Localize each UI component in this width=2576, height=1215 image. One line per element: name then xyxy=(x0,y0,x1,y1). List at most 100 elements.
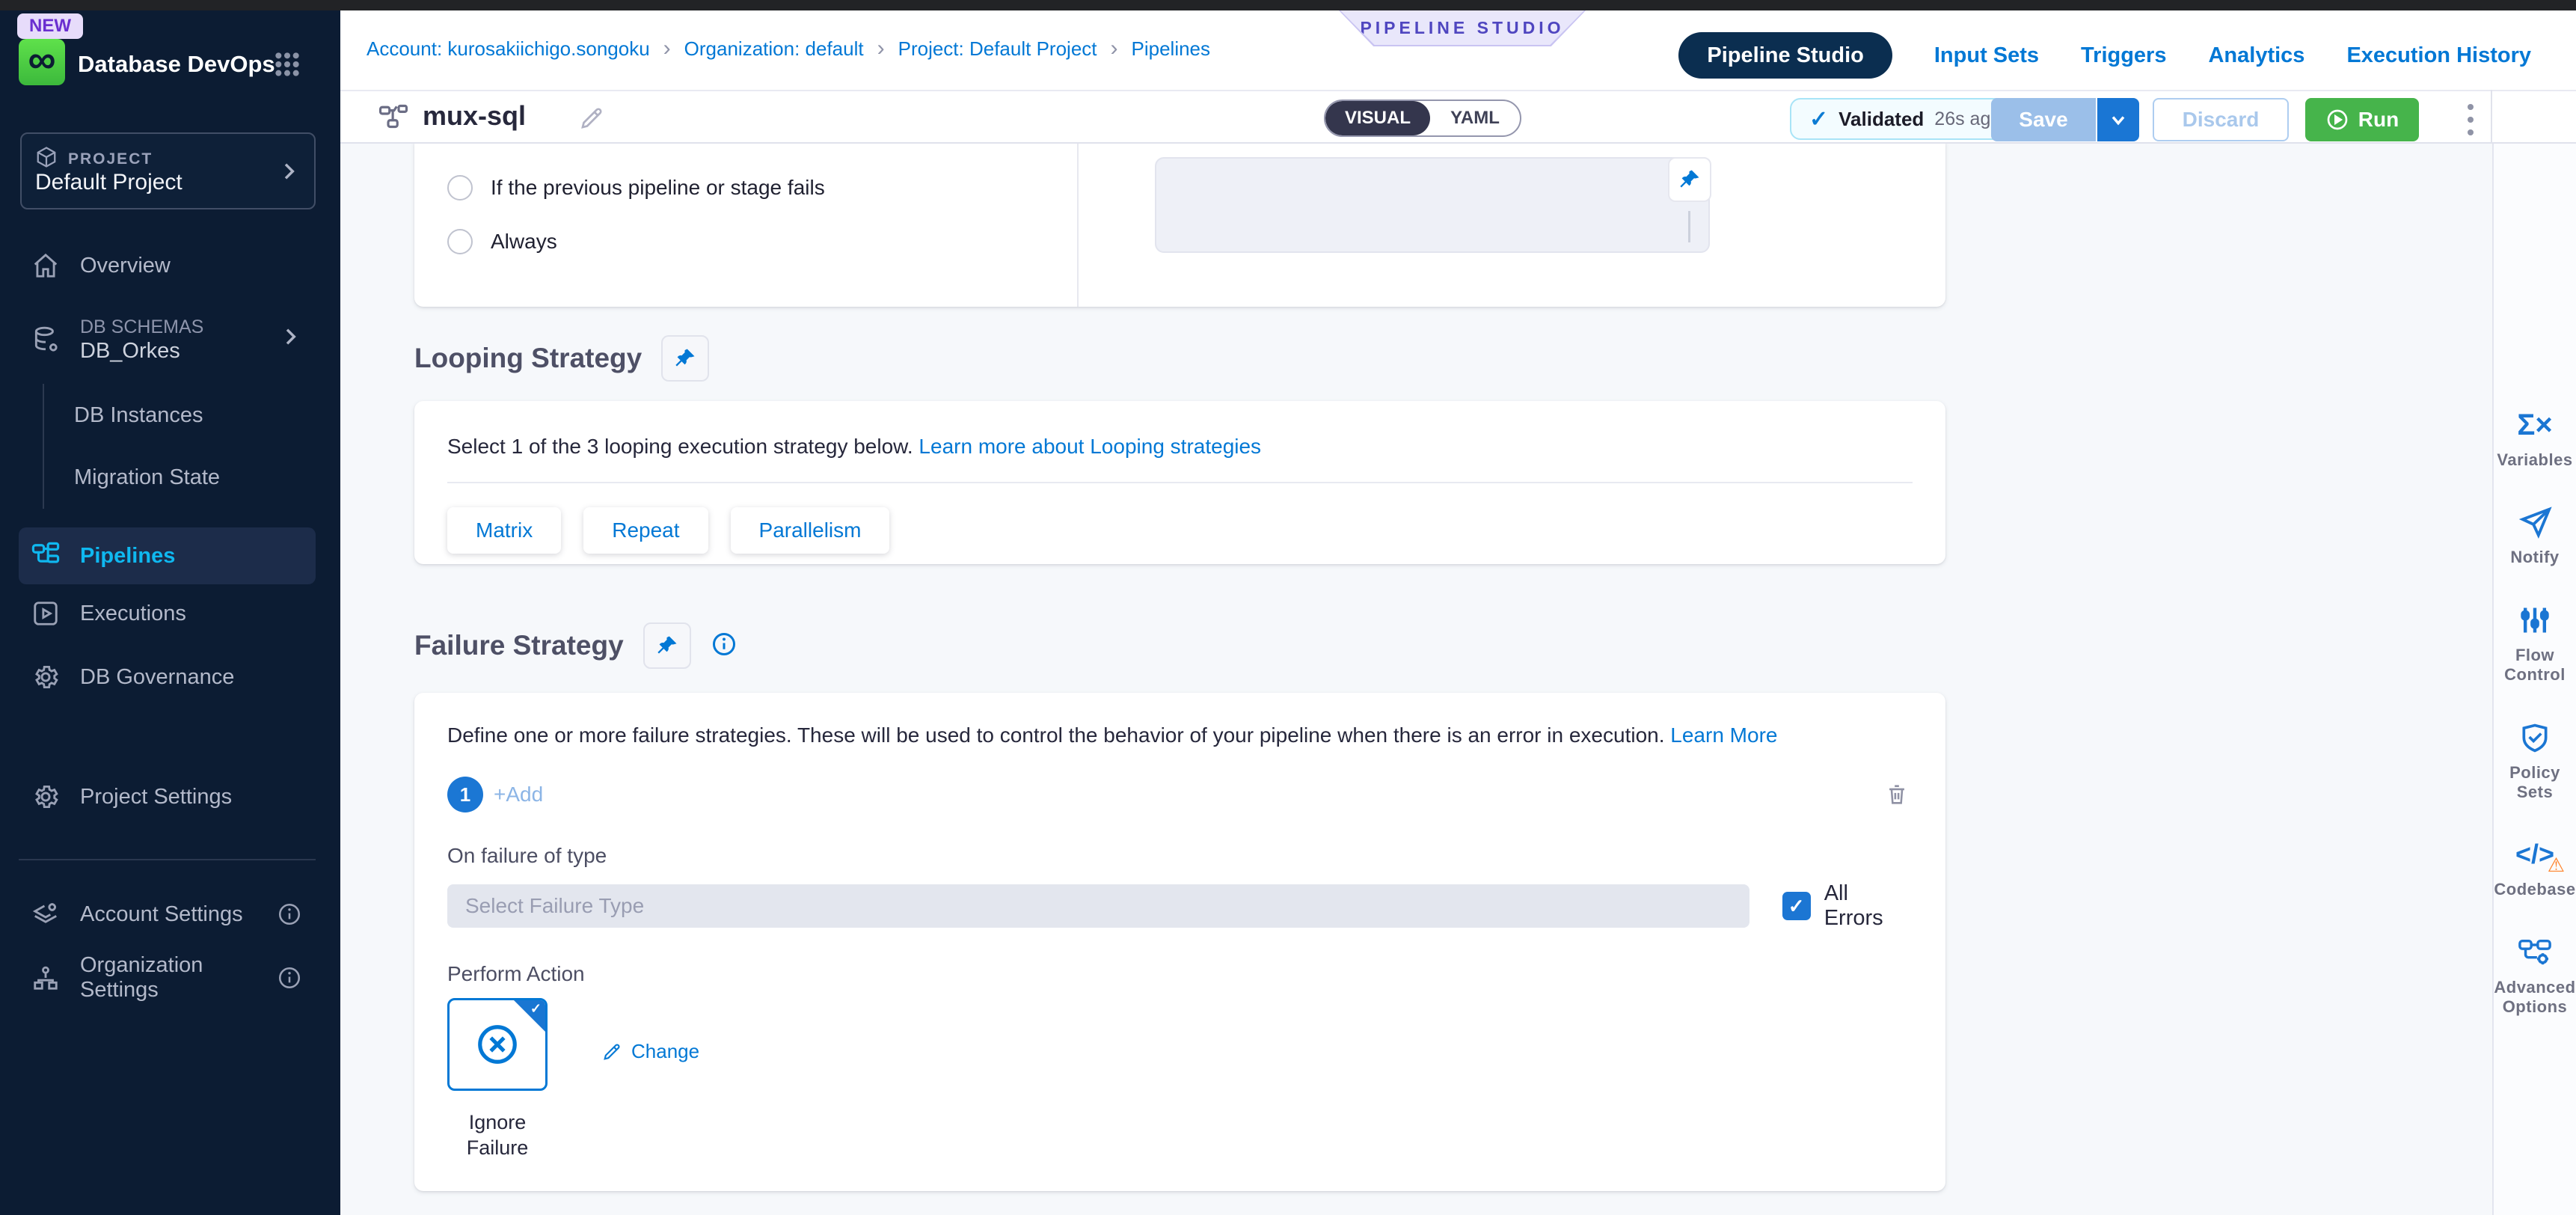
failure-type-input[interactable] xyxy=(447,884,1749,928)
code-icon: </> ⚠ xyxy=(2515,836,2554,872)
breadcrumb-project[interactable]: Project: Default Project xyxy=(898,37,1097,61)
run-button[interactable]: Run xyxy=(2305,98,2419,141)
sidebar-item-overview[interactable]: Overview xyxy=(19,242,316,290)
add-strategy-button[interactable]: +Add xyxy=(494,783,543,807)
info-icon[interactable] xyxy=(711,631,737,661)
info-icon[interactable] xyxy=(277,965,302,991)
tab-triggers[interactable]: Triggers xyxy=(2081,43,2166,68)
looping-learn-more-link[interactable]: Learn more about Looping strategies xyxy=(919,435,1261,458)
radio-icon[interactable] xyxy=(447,229,473,254)
tab-input-sets[interactable]: Input Sets xyxy=(1934,43,2039,68)
pipeline-icon xyxy=(378,103,409,138)
info-icon[interactable] xyxy=(277,902,302,927)
layers-gear-icon xyxy=(31,900,61,928)
radio-icon[interactable] xyxy=(447,175,473,201)
database-devops-logo-icon: ∞ xyxy=(19,39,65,85)
save-dropdown-button[interactable] xyxy=(2096,98,2139,141)
toggle-visual[interactable]: VISUAL xyxy=(1325,101,1430,135)
org-gear-icon xyxy=(31,964,61,992)
matrix-button[interactable]: Matrix xyxy=(447,507,561,554)
repeat-button[interactable]: Repeat xyxy=(583,507,708,554)
project-selector[interactable]: PROJECT Default Project xyxy=(20,132,316,209)
failure-learn-more-link[interactable]: Learn More xyxy=(1670,723,1777,747)
sidebar-item-db-instances[interactable]: DB Instances xyxy=(19,391,316,439)
breadcrumb: Account: kurosakiichigo.songoku › Organi… xyxy=(367,36,1210,61)
sidebar-item-executions[interactable]: Executions xyxy=(19,590,316,637)
failure-strategy-card: Define one or more failure strategies. T… xyxy=(414,693,1945,1191)
paper-plane-icon xyxy=(2518,504,2552,540)
pencil-icon xyxy=(601,1041,622,1062)
section-title: Failure Strategy xyxy=(414,630,624,661)
sidebar-item-migration-state[interactable]: Migration State xyxy=(19,453,316,501)
sigma-icon: Σ× xyxy=(2517,407,2552,443)
radio-option-always[interactable]: Always xyxy=(447,229,557,254)
sidebar-item-label: Executions xyxy=(80,602,186,626)
pin-button[interactable] xyxy=(643,622,691,669)
breadcrumb-separator-icon: › xyxy=(877,36,885,61)
all-errors-checkbox[interactable]: ✓ xyxy=(1782,892,1811,920)
check-icon: ✓ xyxy=(530,1001,542,1017)
right-rail: Σ× Variables Notify Flow Control Policy … xyxy=(2492,144,2576,1215)
conditional-execution-card: If the previous pipeline or stage fails … xyxy=(414,142,1945,307)
shield-check-icon xyxy=(2518,720,2551,756)
breadcrumb-organization[interactable]: Organization: default xyxy=(684,37,864,61)
perform-action-row: ✓ Ignore Failure Change xyxy=(447,998,1913,1161)
rail-item-notify[interactable]: Notify xyxy=(2494,504,2576,567)
sidebar-item-db-governance[interactable]: DB Governance xyxy=(19,653,316,701)
sidebar: NEW ∞ Database DevOps PROJECT Default Pr… xyxy=(0,10,340,1215)
db-schemas-value: DB_Orkes xyxy=(80,338,203,364)
check-icon: ✓ xyxy=(1809,106,1828,132)
breadcrumb-separator-icon: › xyxy=(1111,36,1118,61)
sidebar-item-account-settings[interactable]: Account Settings xyxy=(19,890,316,938)
delete-strategy-icon[interactable] xyxy=(1884,782,1910,807)
breadcrumb-pipelines[interactable]: Pipelines xyxy=(1132,37,1211,61)
panel-scrollbar[interactable] xyxy=(1688,211,1690,242)
edit-pencil-icon[interactable] xyxy=(578,105,605,135)
app-switcher-grid-icon[interactable] xyxy=(272,49,302,79)
save-button[interactable]: Save xyxy=(1991,98,2096,141)
play-square-icon xyxy=(31,599,61,628)
pin-button[interactable] xyxy=(661,335,709,382)
rail-item-flow-control[interactable]: Flow Control xyxy=(2494,602,2576,685)
perform-action-label: Perform Action xyxy=(447,962,1913,986)
tab-execution-history[interactable]: Execution History xyxy=(2346,43,2531,68)
sidebar-item-db-schemas[interactable]: DB SCHEMAS DB_Orkes xyxy=(19,306,316,373)
visual-yaml-toggle: VISUAL YAML xyxy=(1324,100,1521,137)
breadcrumb-account[interactable]: Account: kurosakiichigo.songoku xyxy=(367,37,650,61)
tab-pipeline-studio[interactable]: Pipeline Studio xyxy=(1678,32,1892,79)
rail-item-codebase[interactable]: </> ⚠ Codebase xyxy=(2494,836,2576,899)
ignore-failure-card[interactable]: ✓ xyxy=(447,998,548,1091)
strategy-buttons: Matrix Repeat Parallelism xyxy=(447,507,1913,554)
sidebar-item-label: Pipelines xyxy=(80,544,175,569)
change-action-button[interactable]: Change xyxy=(601,1040,699,1063)
sidebar-item-label: Overview xyxy=(80,254,171,278)
home-icon xyxy=(31,251,61,280)
parallelism-button[interactable]: Parallelism xyxy=(731,507,890,554)
card-divider xyxy=(447,482,1913,483)
radio-option-previous-fails[interactable]: If the previous pipeline or stage fails xyxy=(447,175,825,201)
failure-strategy-header: Failure Strategy xyxy=(414,622,737,669)
db-schemas-label: DB SCHEMAS xyxy=(80,316,203,338)
chevron-right-icon xyxy=(278,325,302,355)
pin-button[interactable] xyxy=(1668,157,1711,202)
selected-action: ✓ Ignore Failure xyxy=(447,998,548,1161)
rail-item-variables[interactable]: Σ× Variables xyxy=(2494,407,2576,470)
tab-analytics[interactable]: Analytics xyxy=(2208,43,2304,68)
sidebar-item-label: Migration State xyxy=(74,465,220,490)
discard-button[interactable]: Discard xyxy=(2153,98,2289,141)
new-badge: NEW xyxy=(17,13,83,39)
sidebar-item-label: Organization Settings xyxy=(80,953,277,1003)
warning-icon: ⚠ xyxy=(2548,854,2565,877)
cube-icon xyxy=(35,146,58,172)
sidebar-item-pipelines[interactable]: Pipelines xyxy=(19,527,316,584)
rail-item-advanced-options[interactable]: Advanced Options xyxy=(2494,934,2576,1017)
sidebar-item-organization-settings[interactable]: Organization Settings xyxy=(19,954,316,1002)
sidebar-item-project-settings[interactable]: Project Settings xyxy=(19,773,316,821)
rail-item-policy-sets[interactable]: Policy Sets xyxy=(2494,720,2576,803)
gear-icon xyxy=(31,783,61,811)
looping-description: Select 1 of the 3 looping execution stra… xyxy=(447,435,913,458)
failure-description: Define one or more failure strategies. T… xyxy=(447,723,1665,747)
toggle-yaml[interactable]: YAML xyxy=(1430,101,1520,135)
gear-icon xyxy=(31,663,61,691)
more-options-kebab-icon[interactable] xyxy=(2456,100,2485,140)
